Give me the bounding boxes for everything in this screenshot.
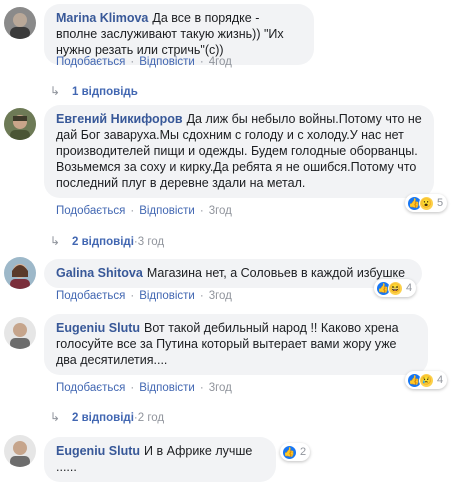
comment-author[interactable]: Galina Shitova <box>56 266 143 280</box>
reply-link[interactable]: Відповісти <box>139 382 195 394</box>
reply-arrow-icon: ↳ <box>50 84 61 98</box>
comment-time[interactable]: 3год <box>209 382 232 394</box>
reaction-count: 4 <box>406 282 413 294</box>
replies-time: 3 год <box>137 236 165 248</box>
view-replies[interactable]: ↳ 2 відповіді·2 год <box>50 410 164 424</box>
reply-link[interactable]: Відповісти <box>139 290 195 302</box>
view-replies[interactable]: ↳ 2 відповіді·3 год <box>50 234 164 248</box>
reaction-count: 2 <box>300 446 307 458</box>
replies-count[interactable]: 2 відповіді <box>72 412 134 424</box>
comment-author[interactable]: Eugeniu Slutu <box>56 444 140 458</box>
like-link[interactable]: Подобається <box>56 205 125 217</box>
view-replies[interactable]: ↳ 1 відповідь <box>50 84 138 98</box>
sad-icon: 😢 <box>419 372 434 388</box>
comment-author[interactable]: Marina Klimova <box>56 11 148 25</box>
reactions-badge[interactable]: 👍 😮 5 <box>405 194 448 212</box>
reactions-badge[interactable]: 👍 2 <box>280 443 311 461</box>
comment-actions: Подобається · Відповісти · 4год <box>56 56 232 68</box>
comment-bubble: Eugeniu Slutu И в Африке лучше ...... <box>44 437 276 482</box>
comment-bubble: Eugeniu Slutu Вот такой дебильный народ !… <box>44 314 428 375</box>
comment-time[interactable]: 4год <box>209 56 232 68</box>
avatar[interactable] <box>4 317 36 349</box>
comment-actions: Подобається · Відповісти · 3год <box>56 382 232 394</box>
replies-count[interactable]: 1 відповідь <box>72 86 138 98</box>
avatar[interactable] <box>4 108 36 140</box>
like-link[interactable]: Подобається <box>56 56 125 68</box>
haha-icon: 😆 <box>388 280 403 296</box>
reply-arrow-icon: ↳ <box>50 234 61 248</box>
like-link[interactable]: Подобається <box>56 382 125 394</box>
reactions-badge[interactable]: 👍 😆 4 <box>374 279 417 297</box>
comment-time[interactable]: 3год <box>209 290 232 302</box>
reactions-badge[interactable]: 👍 😢 4 <box>405 371 448 389</box>
avatar[interactable] <box>4 257 36 289</box>
comment-bubble: Galina Shitova Магазина нет, а Соловьев в… <box>44 259 422 288</box>
reply-link[interactable]: Відповісти <box>139 205 195 217</box>
like-icon: 👍 <box>282 444 297 460</box>
like-link[interactable]: Подобається <box>56 290 125 302</box>
comment-time[interactable]: 3год <box>209 205 232 217</box>
comment-author[interactable]: Eugeniu Slutu <box>56 321 140 335</box>
comment-text: Магазина нет, а Соловьев в каждой избушк… <box>146 266 406 280</box>
wow-icon: 😮 <box>419 195 434 211</box>
avatar[interactable] <box>4 435 36 467</box>
avatar[interactable] <box>4 7 36 39</box>
reaction-count: 5 <box>437 197 444 209</box>
reply-arrow-icon: ↳ <box>50 410 61 424</box>
replies-count[interactable]: 2 відповіді <box>72 236 134 248</box>
comment-actions: Подобається · Відповісти · 3год <box>56 290 232 302</box>
reply-link[interactable]: Відповісти <box>139 56 195 68</box>
comment-bubble: Евгений Никифоров Да лиж бы небыло войны.… <box>44 105 434 198</box>
comment-actions: Подобається · Відповісти · 3год <box>56 205 232 217</box>
comment-author[interactable]: Евгений Никифоров <box>56 112 183 126</box>
reaction-count: 4 <box>437 374 444 386</box>
replies-time: 2 год <box>137 412 165 424</box>
